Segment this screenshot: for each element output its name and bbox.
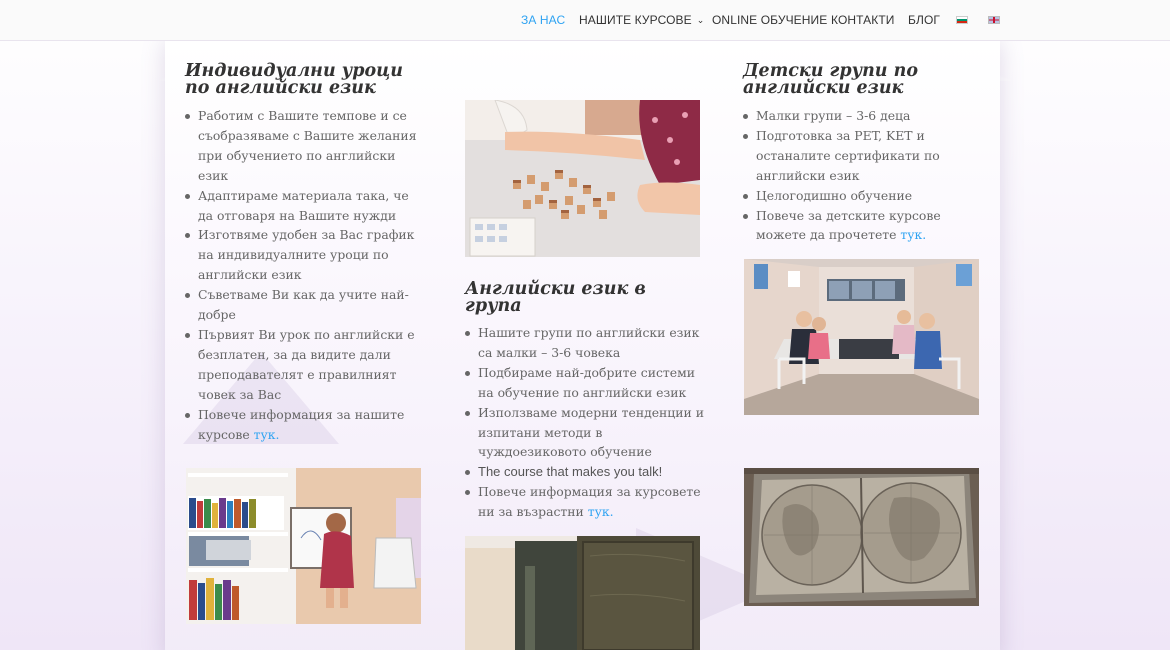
list-item: Подготовка за PET, KET и останалите серт… — [743, 126, 983, 186]
individual-lessons-list: Работим с Вашите темпове и се съобразява… — [185, 106, 425, 444]
bg-flag-icon[interactable] — [956, 16, 968, 24]
group-english-list: Нашите групи по английски език са малки … — [465, 323, 705, 522]
nav-item-contacts[interactable]: КОНТАКТИ — [831, 13, 895, 27]
individual-lessons-section: Индивидуални уроци по английски език Раб… — [185, 62, 425, 444]
list-item: Съветваме Ви как да учите най-добре — [185, 285, 425, 325]
list-item: Подбираме най-добрите системи на обучени… — [465, 363, 705, 403]
chevron-down-icon: ⌄ — [696, 15, 705, 25]
list-item: Адаптираме материала така, че да отговар… — [185, 186, 425, 226]
list-item: Повече за детските курсове можете да про… — [743, 206, 983, 246]
en-flag-icon[interactable] — [988, 16, 1000, 24]
list-item-text: Повече информация за нашите курсове — [198, 406, 405, 442]
heading-line-2: английски език — [743, 78, 904, 98]
list-item: Повече информация за нашите курсове тук. — [185, 405, 425, 445]
list-item: Изготвяме удобен за Вас график на индиви… — [185, 225, 425, 285]
kids-groups-heading: Детски групи по английски език — [743, 62, 983, 98]
antique-map-photo — [744, 468, 979, 606]
list-item: Първият Ви урок по английски е безплатен… — [185, 325, 425, 405]
kids-groups-section: Детски групи по английски език Малки гру… — [743, 62, 983, 245]
list-item: Целогодишно обучение — [743, 186, 983, 206]
kids-classroom-photo — [744, 259, 979, 415]
kids-courses-link[interactable]: тук. — [900, 227, 926, 242]
old-book-photo — [465, 536, 700, 650]
individual-courses-link[interactable]: тук. — [254, 427, 280, 442]
list-item: Работим с Вашите темпове и се съобразява… — [185, 106, 425, 186]
main-menu: ЗА НАС НАШИТЕ КУРСОВЕ ⌄ ONLINE ОБУЧЕНИЕ К… — [0, 0, 1170, 41]
wooden-blocks-photo — [465, 100, 700, 257]
slogan-item: The course that makes you talk! — [465, 462, 705, 482]
nav-item-about[interactable]: ЗА НАС — [521, 13, 565, 27]
list-item: Повече информация за курсовете ни за въз… — [465, 482, 705, 522]
list-item: Нашите групи по английски език са малки … — [465, 323, 705, 363]
list-item: Малки групи – 3-6 деца — [743, 106, 983, 126]
nav-item-online[interactable]: ONLINE ОБУЧЕНИЕ — [712, 13, 827, 27]
kids-groups-list: Малки групи – 3-6 деца Подготовка за PET… — [743, 106, 983, 245]
list-item: Използваме модерни тенденции и изпитани … — [465, 403, 705, 463]
nav-item-courses-label: НАШИТЕ КУРСОВЕ — [579, 13, 692, 27]
nav-item-courses[interactable]: НАШИТЕ КУРСОВЕ ⌄ — [579, 13, 704, 27]
group-english-heading: Английски език в група — [465, 279, 646, 316]
heading-line-2: по английски език — [185, 78, 376, 98]
group-english-section: Английски език в група Нашите групи по а… — [465, 279, 705, 522]
individual-lessons-heading: Индивидуални уроци по английски език — [185, 62, 425, 98]
adult-courses-link[interactable]: тук. — [588, 504, 614, 519]
nav-item-blog[interactable]: БЛОГ — [908, 13, 940, 27]
top-navigation-bar: ЗА НАС НАШИТЕ КУРСОВЕ ⌄ ONLINE ОБУЧЕНИЕ К… — [0, 0, 1170, 41]
girl-whiteboard-photo — [186, 468, 421, 624]
